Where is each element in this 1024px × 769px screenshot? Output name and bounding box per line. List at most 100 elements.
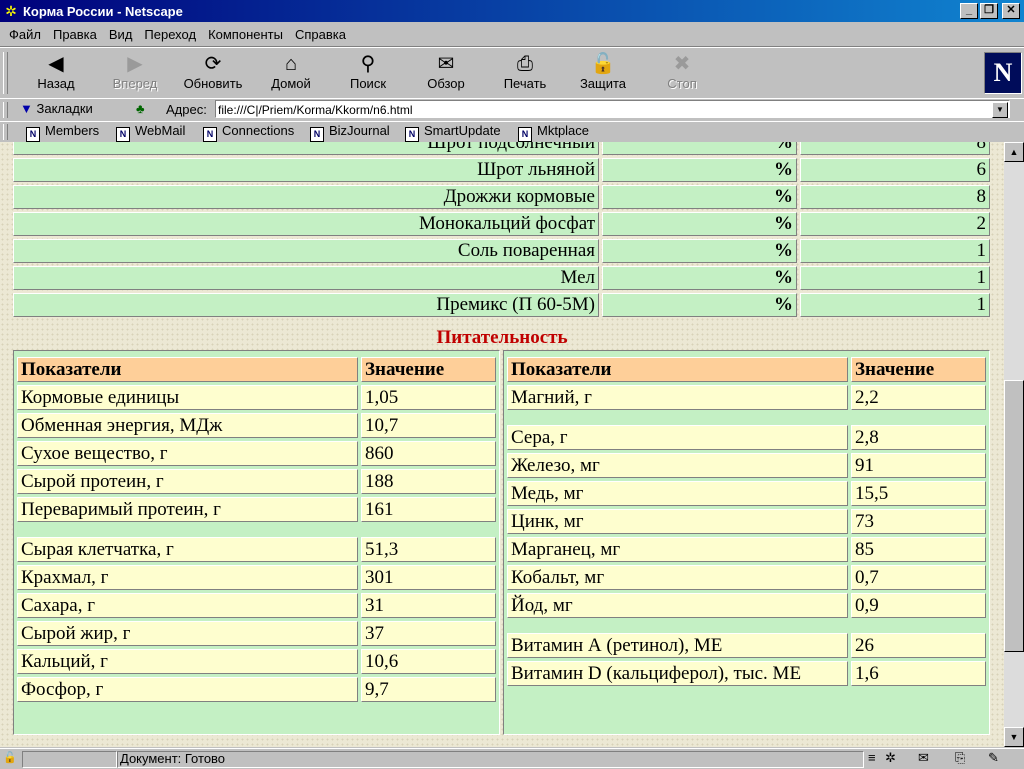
toolbar-button-8[interactable]: ✖ Стоп: [644, 50, 720, 94]
value-cell: 161: [361, 497, 496, 522]
window-title: Корма России - Netscape: [23, 3, 183, 19]
bookmarks-button[interactable]: ▼ Закладки: [20, 101, 93, 116]
netscape-app-icon: ✲: [5, 3, 17, 19]
search-icon: ⚲: [360, 53, 376, 75]
bookmark-link-icon: N: [116, 127, 130, 142]
scroll-down-icon[interactable]: ▼: [1004, 727, 1024, 747]
menu-bar: Файл Правка Вид Переход Компоненты Справ…: [0, 23, 1024, 47]
scroll-up-icon[interactable]: ▲: [1004, 142, 1024, 162]
unit-cell: %: [602, 239, 797, 263]
value-cell: 73: [851, 509, 986, 534]
indicator-cell: Сырая клетчатка, г: [17, 537, 358, 562]
home-icon: ⌂: [284, 53, 298, 75]
indicator-cell: Кобальт, мг: [507, 565, 848, 590]
security-status-icon[interactable]: 🔓: [3, 751, 19, 766]
print-icon: ⎙: [517, 53, 533, 75]
security-lock-icon: 🔓: [590, 53, 616, 75]
indicator-cell: Сахара, г: [17, 593, 358, 618]
back-arrow-icon: ◀: [48, 53, 64, 75]
reload-icon: ⟳: [204, 53, 222, 75]
address-dropdown-icon[interactable]: ▼: [992, 102, 1008, 118]
link-smartupdate[interactable]: N SmartUpdate: [405, 123, 501, 142]
feed-row: Дрожжи кормовые% 8: [13, 185, 990, 209]
address-input[interactable]: file:///C|/Priem/Korma/Kkorm/n6.html ▼: [215, 100, 1010, 118]
value-cell: Значение: [851, 357, 986, 382]
indicator-cell: Сырой жир, г: [17, 621, 358, 646]
value-cell: Значение: [361, 357, 496, 382]
toolbar-button-label: Обновить: [183, 76, 243, 91]
link-smartupdate-label: SmartUpdate: [424, 123, 501, 138]
indicator-cell: Сера, г: [507, 425, 848, 450]
address-label: Адрес:: [166, 102, 207, 117]
value-cell: 860: [361, 441, 496, 466]
discussions-icon[interactable]: ⎘: [955, 750, 965, 766]
mail-icon[interactable]: ✉: [918, 750, 929, 766]
table-row: Сухое вещество, г 860: [17, 441, 496, 466]
link-webmail[interactable]: N WebMail: [116, 123, 185, 142]
table-row: Марганец, мг 85: [507, 537, 986, 562]
link-mktplace[interactable]: N Mktplace: [518, 123, 589, 142]
link-connections[interactable]: N Connections: [203, 123, 294, 142]
minimize-button[interactable]: _: [960, 3, 978, 19]
title-bar[interactable]: ✲ Корма России - Netscape _ ❐ ✕: [0, 0, 1024, 22]
toolbar-button-4[interactable]: ⚲ Поиск: [330, 50, 406, 94]
indicator-cell: Йод, мг: [507, 593, 848, 618]
amount-cell: 8: [800, 185, 990, 209]
indicator-cell: Показатели: [17, 357, 358, 382]
restore-button[interactable]: ❐: [980, 3, 998, 19]
close-button[interactable]: ✕: [1002, 3, 1020, 19]
netscape-logo[interactable]: N: [984, 52, 1022, 94]
indicator-cell: Магний, г: [507, 385, 848, 410]
amount-cell: 8: [800, 142, 990, 155]
menu-file[interactable]: Файл: [9, 27, 41, 42]
toolbar-button-1[interactable]: ▶ Вперед: [97, 50, 173, 94]
vertical-scrollbar[interactable]: ▲ ▼: [1004, 142, 1024, 747]
feed-row: Шрот подсолнечный% 8: [13, 142, 990, 155]
component-bar-grip-icon[interactable]: ≡: [868, 750, 876, 765]
table-header-row: Показатели Значение: [17, 357, 496, 382]
page-content[interactable]: Шрот подсолнечный% 8 Шрот льняной% 6 Дрожжи …: [0, 142, 1004, 747]
personal-toolbar: N Members N WebMail N Connections N BizJourn…: [0, 121, 1024, 143]
page-proxy-icon[interactable]: ♣: [136, 101, 145, 116]
value-cell: 85: [851, 537, 986, 562]
menu-view[interactable]: Вид: [109, 27, 133, 42]
progress-cell: [22, 751, 117, 768]
composer-icon[interactable]: ✎: [988, 750, 999, 766]
link-members[interactable]: N Members: [26, 123, 99, 142]
menu-go[interactable]: Переход: [144, 27, 196, 42]
table-row: Фосфор, г 9,7: [17, 677, 496, 702]
toolbar-button-6[interactable]: ⎙ Печать: [487, 50, 563, 94]
personal-toolbar-grip[interactable]: [3, 124, 8, 140]
toolbar-button-2[interactable]: ⟳ Обновить: [175, 50, 251, 94]
amount-cell: 1: [800, 239, 990, 263]
unit-cell: %: [602, 266, 797, 290]
value-cell: 1,05: [361, 385, 496, 410]
table-row: Крахмал, г 301: [17, 565, 496, 590]
link-bizjournal[interactable]: N BizJournal: [310, 123, 390, 142]
unit-cell: %: [602, 158, 797, 182]
indicator-cell: Сухое вещество, г: [17, 441, 358, 466]
indicator-cell: Обменная энергия, МДж: [17, 413, 358, 438]
menu-help[interactable]: Справка: [295, 27, 346, 42]
menu-components[interactable]: Компоненты: [208, 27, 283, 42]
toolbar-button-label: Стоп: [667, 76, 697, 91]
table-row: Кальций, г 10,6: [17, 649, 496, 674]
toolbar-button-3[interactable]: ⌂ Домой: [253, 50, 329, 94]
navigator-icon[interactable]: ✲: [885, 750, 896, 766]
toolbar-button-0[interactable]: ◀ Назад: [18, 50, 94, 94]
toolbar-button-5[interactable]: ✉ Обзор: [408, 50, 484, 94]
scrollbar-thumb[interactable]: [1004, 380, 1024, 652]
value-cell: 2,8: [851, 425, 986, 450]
indicator-cell: Кальций, г: [17, 649, 358, 674]
menu-edit[interactable]: Правка: [53, 27, 97, 42]
bookmark-link-icon: N: [518, 127, 532, 142]
toolbar-grip[interactable]: [3, 52, 8, 94]
table-row: Сахара, г 31: [17, 593, 496, 618]
ingredient-name-cell: Премикс (П 60-5М): [13, 293, 599, 317]
indicator-cell: Марганец, мг: [507, 537, 848, 562]
location-toolbar-grip[interactable]: [3, 102, 8, 118]
value-cell: 10,6: [361, 649, 496, 674]
table-row: Цинк, мг 73: [507, 509, 986, 534]
toolbar-button-7[interactable]: 🔓 Защита: [565, 50, 641, 94]
toolbar-button-label: Печать: [503, 76, 547, 91]
